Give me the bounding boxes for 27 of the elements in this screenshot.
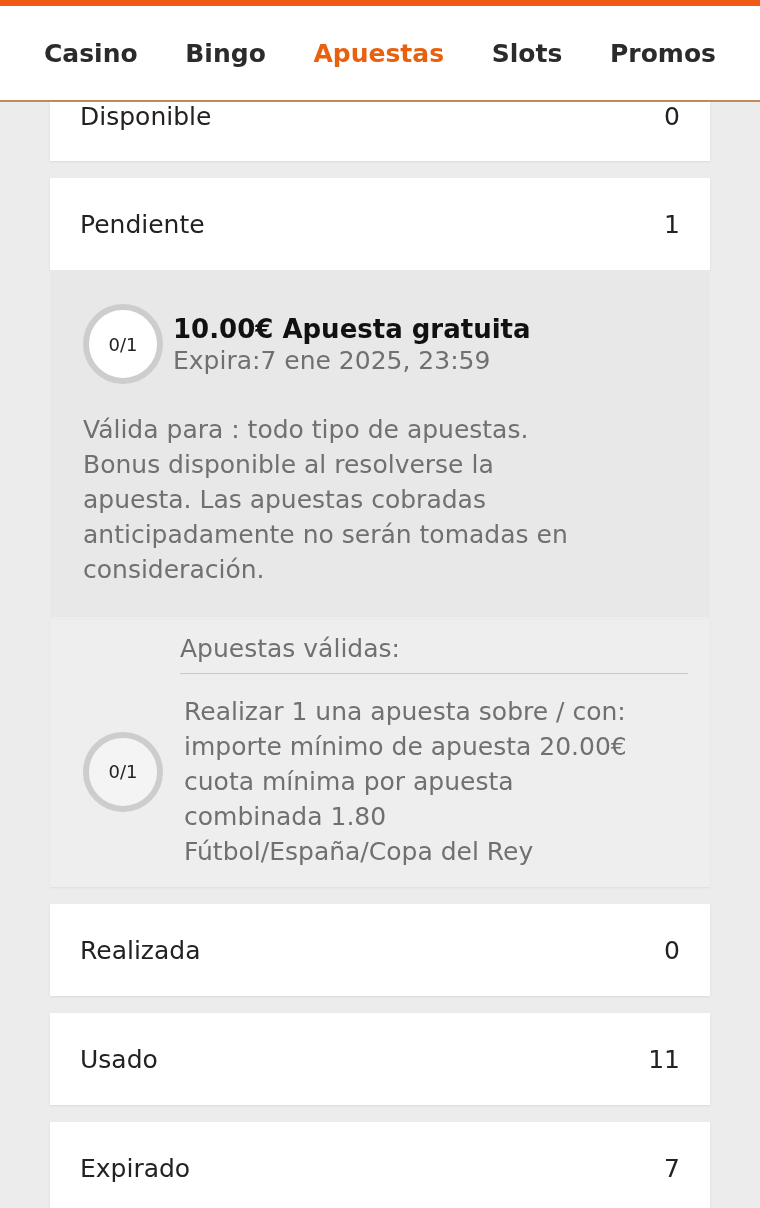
- section-count: 11: [648, 1044, 680, 1074]
- bonus-section[interactable]: Pendiente 1: [50, 178, 710, 270]
- progress-ring: 0/1: [83, 731, 163, 812]
- section-count: 1: [664, 209, 680, 239]
- section-label: Disponible: [80, 102, 212, 131]
- section-label: Usado: [80, 1044, 158, 1074]
- bonus-description: Válida para : todo tipo de apuestas. Bonus disponible al resolverse la apuesta. Las apuestas cobradas anticipadamente no serán tomadas en consideración.: [83, 414, 569, 586]
- progress-ring: 0/1: [83, 304, 163, 384]
- bonus-title: 10.00€ Apuesta gratuita: [173, 313, 531, 344]
- bonus-section[interactable]: Expirado 7: [50, 1122, 710, 1208]
- section-label: Expirado: [80, 1153, 191, 1183]
- section-label: Realizada: [80, 935, 201, 965]
- section-count: 0: [664, 935, 680, 965]
- bonus-section[interactable]: Disponible 0: [50, 102, 710, 161]
- requirement-path: Fútbol/España/Copa del Rey: [184, 836, 535, 868]
- nav-tab[interactable]: Slots: [491, 38, 563, 68]
- expiry-date: Expira:7 ene 2025, 23:59: [173, 345, 492, 375]
- section-count: 0: [664, 102, 680, 131]
- nav-tab[interactable]: Bingo: [185, 38, 266, 68]
- nav-tab[interactable]: Promos: [610, 38, 716, 68]
- section-count: 7: [664, 1153, 680, 1183]
- requirement-heading: Apuestas válidas:: [180, 630, 688, 674]
- requirement-text: Realizar 1 una apuesta sobre / con: importe mínimo de apuesta 20.00€ cuota mínima por apuesta combinada 1.80: [184, 696, 628, 833]
- bonus-section[interactable]: Realizada 0: [50, 904, 710, 996]
- nav-tab[interactable]: Casino: [44, 38, 138, 68]
- bonus-section[interactable]: Usado 11: [50, 1013, 710, 1105]
- section-label: Pendiente: [80, 209, 205, 239]
